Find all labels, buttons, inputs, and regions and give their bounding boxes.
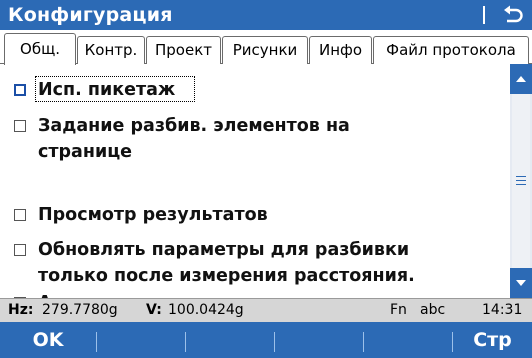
option-label-line2: только после измерения расстояния. xyxy=(38,266,415,286)
tab-general[interactable]: Общ. xyxy=(4,33,76,65)
title-bar: Конфигурация xyxy=(0,0,532,30)
hz-label: Hz: xyxy=(8,302,34,318)
tab-info[interactable]: Инфо xyxy=(309,36,372,64)
softkey-f5[interactable] xyxy=(364,322,452,358)
softkey-f2[interactable] xyxy=(97,322,185,358)
tab-strip: Общ. Контр. Проект Рисунки Инфо Файл про… xyxy=(0,30,532,65)
softkey-f3[interactable] xyxy=(186,322,274,358)
status-bar: Hz: 279.7780g V: 100.0424g Fn abc 14:31 xyxy=(0,298,532,322)
scroll-grip-line xyxy=(516,184,526,185)
checkbox-use-chainage[interactable] xyxy=(14,84,26,96)
option-label-line1: Обновлять параметры для разбивки xyxy=(38,240,410,260)
option-label: Исп. пикетаж xyxy=(38,80,176,100)
softkey-bar: OK Стр xyxy=(0,322,532,358)
v-readout: V: xyxy=(146,302,162,318)
option-label-line1: Задание разбив. элементов на xyxy=(38,116,350,136)
ok-button[interactable]: OK xyxy=(0,322,96,358)
v-value: 100.0424g xyxy=(168,302,244,318)
checkbox-view-results[interactable] xyxy=(14,209,26,221)
options-list: Исп. пикетаж Задание разбив. элементов н… xyxy=(0,64,510,298)
scroll-up-arrow-icon xyxy=(516,76,526,82)
option-label: Просмотр результатов xyxy=(38,205,268,225)
input-mode-indicator: abc xyxy=(420,302,446,318)
tab-control[interactable]: Контр. xyxy=(77,36,145,64)
scroll-up-button[interactable] xyxy=(510,64,532,94)
scroll-thumb[interactable] xyxy=(512,94,530,268)
hz-value: 279.7780g xyxy=(42,302,118,318)
hz-readout: Hz: xyxy=(8,302,33,318)
clock: 14:31 xyxy=(482,302,523,318)
back-arrow-icon xyxy=(504,5,523,23)
softkey-f4[interactable] xyxy=(275,322,363,358)
page-button[interactable]: Стр xyxy=(453,322,532,358)
v-label: V: xyxy=(146,302,162,318)
tab-log-file[interactable]: Файл протокола xyxy=(373,36,529,64)
back-button[interactable] xyxy=(496,1,530,29)
option-label: Автоматическое наведение на точку xyxy=(38,290,412,298)
checkbox-update-params[interactable] xyxy=(14,244,26,256)
scroll-grip-line xyxy=(516,180,526,181)
title-divider xyxy=(483,6,485,24)
fn-indicator: Fn xyxy=(390,302,407,318)
tab-drawings[interactable]: Рисунки xyxy=(222,36,308,64)
vertical-scrollbar[interactable] xyxy=(510,64,532,298)
option-label-line2: странице xyxy=(38,142,133,162)
checkbox-stakeout-elements[interactable] xyxy=(14,120,26,132)
scroll-down-button[interactable] xyxy=(510,268,532,298)
window-title: Конфигурация xyxy=(8,4,173,26)
tab-project[interactable]: Проект xyxy=(146,36,221,64)
scroll-down-arrow-icon xyxy=(516,280,526,286)
scroll-grip-line xyxy=(516,176,526,177)
